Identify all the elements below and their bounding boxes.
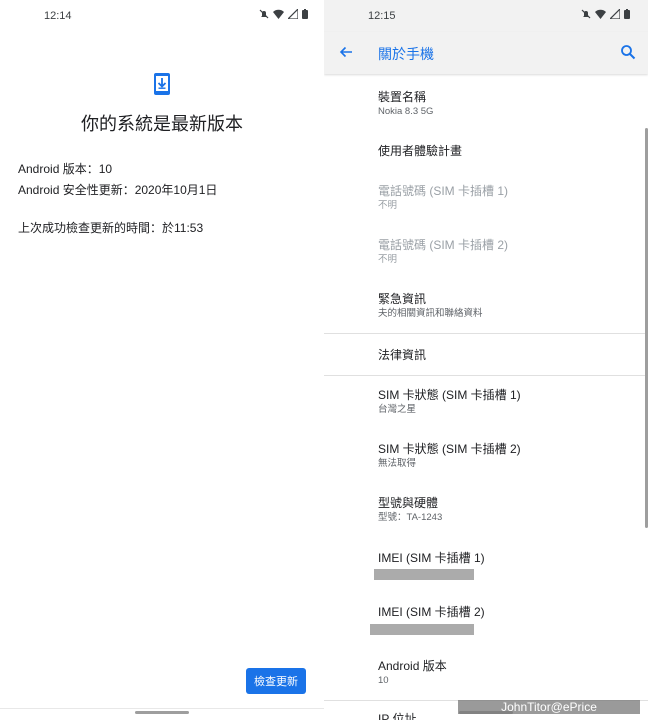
about-phone-screen: 12:15 關於手機 裝置名稱 Nokia 8.3 5G 使用者體驗計畫 電話號…: [324, 0, 648, 720]
item-title: IMEI (SIM 卡插槽 2): [378, 605, 485, 619]
wifi-icon: [595, 9, 606, 19]
watermark: JohnTitor@ePrice: [458, 700, 640, 714]
redacted-imei-1: [374, 569, 474, 580]
item-title: IMEI (SIM 卡插槽 1): [378, 551, 485, 565]
status-time: 12:15: [368, 10, 396, 22]
item-subtitle: Nokia 8.3 5G: [378, 106, 434, 117]
divider: [324, 375, 648, 376]
item-title: 電話號碼 (SIM 卡插槽 2): [378, 238, 509, 252]
status-icons: [259, 9, 308, 19]
item-subtitle: 不明: [378, 200, 398, 211]
setting-item-sim-status-2[interactable]: SIM 卡狀態 (SIM 卡插槽 2) 無法取得: [378, 442, 640, 470]
item-title: 型號與硬體: [378, 496, 439, 510]
mute-icon: [259, 9, 269, 19]
home-gesture-handle[interactable]: [135, 711, 189, 714]
setting-item-ux-program[interactable]: 使用者體驗計畫: [378, 144, 640, 159]
search-icon[interactable]: [620, 44, 636, 60]
security-update-text: Android 安全性更新：2020年10月1日: [18, 183, 218, 197]
appbar-title: 關於手機: [378, 46, 434, 62]
divider: [324, 333, 648, 334]
setting-item-legal-info[interactable]: 法律資訊: [378, 348, 640, 363]
item-subtitle: 無法取得: [378, 458, 417, 469]
battery-icon: [302, 9, 308, 19]
system-update-icon: [154, 73, 170, 95]
item-subtitle: 夫的相關資訊和聯絡資料: [378, 308, 483, 319]
navigation-bar: [0, 708, 324, 720]
back-arrow-icon[interactable]: [338, 44, 354, 60]
item-subtitle: 台灣之星: [378, 404, 417, 415]
last-check-text: 上次成功檢查更新的時間：於11:53: [18, 221, 204, 235]
item-subtitle: 不明: [378, 254, 398, 265]
item-title: 電話號碼 (SIM 卡插槽 1): [378, 184, 509, 198]
item-title: 使用者體驗計畫: [378, 144, 463, 158]
battery-icon: [624, 9, 630, 19]
setting-item-phone-number-sim1: 電話號碼 (SIM 卡插槽 1) 不明: [378, 184, 640, 212]
item-title: 法律資訊: [378, 348, 427, 362]
setting-item-android-version[interactable]: Android 版本 10: [378, 659, 640, 687]
item-title: 裝置名稱: [378, 90, 427, 104]
signal-icon: [288, 9, 298, 19]
system-update-screen: 12:14 你的系統是最新版本 Android 版本：10 Android 安全…: [0, 0, 324, 720]
item-subtitle: 型號：TA-1243: [378, 512, 443, 523]
setting-item-imei-1[interactable]: IMEI (SIM 卡插槽 1): [378, 551, 640, 566]
mute-icon: [581, 9, 591, 19]
setting-item-device-name[interactable]: 裝置名稱 Nokia 8.3 5G: [378, 90, 640, 118]
page-title: 你的系統是最新版本: [81, 114, 243, 134]
item-title: Android 版本: [378, 659, 447, 673]
check-update-button[interactable]: 檢查更新: [246, 668, 306, 694]
signal-icon: [610, 9, 620, 19]
wifi-icon: [273, 9, 284, 19]
item-title: 緊急資訊: [378, 292, 427, 306]
status-time: 12:14: [44, 10, 72, 22]
setting-item-phone-number-sim2: 電話號碼 (SIM 卡插槽 2) 不明: [378, 238, 640, 266]
item-title: SIM 卡狀態 (SIM 卡插槽 1): [378, 388, 521, 402]
app-bar: 關於手機: [324, 32, 648, 74]
setting-item-sim-status-1[interactable]: SIM 卡狀態 (SIM 卡插槽 1) 台灣之星: [378, 388, 640, 416]
item-title: SIM 卡狀態 (SIM 卡插槽 2): [378, 442, 521, 456]
android-version-text: Android 版本：10: [18, 162, 113, 176]
setting-item-emergency-info[interactable]: 緊急資訊 夫的相關資訊和聯絡資料: [378, 292, 640, 320]
setting-item-imei-2[interactable]: IMEI (SIM 卡插槽 2): [378, 605, 640, 620]
setting-item-model-hardware[interactable]: 型號與硬體 型號：TA-1243: [378, 496, 640, 524]
item-subtitle: 10: [378, 675, 389, 686]
status-bar: 12:15: [324, 0, 648, 32]
status-icons: [581, 9, 630, 19]
status-bar: 12:14: [0, 0, 324, 32]
redacted-imei-2: [370, 624, 474, 635]
